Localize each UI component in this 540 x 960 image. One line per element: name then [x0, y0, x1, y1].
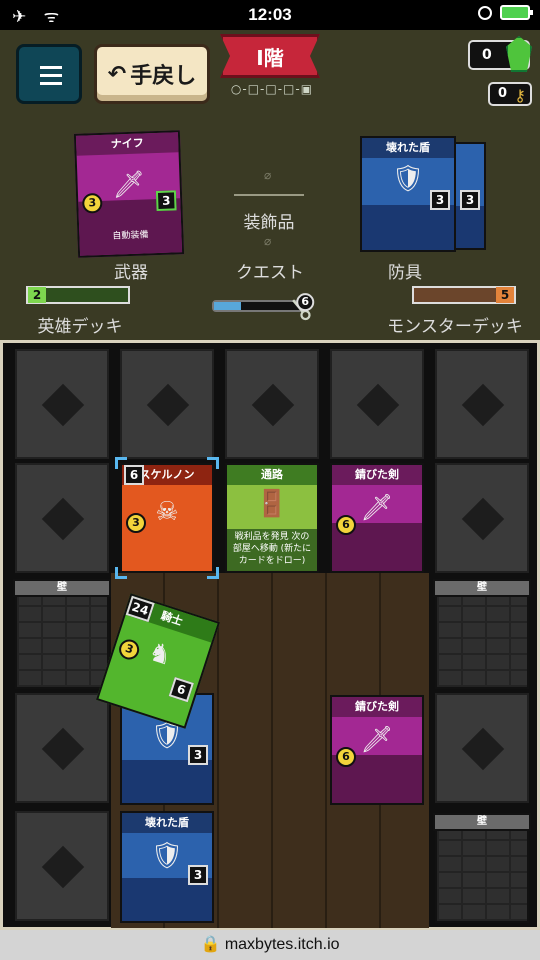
selection-corner: [115, 567, 127, 579]
empty-cell[interactable]: [435, 349, 529, 459]
armor-label: 防具: [388, 263, 422, 283]
armor-back-value: 3: [460, 190, 480, 210]
battery-icon: [500, 5, 533, 20]
broken-shield-name: 壊れた盾: [122, 813, 212, 833]
skeleton-hp: 6: [124, 465, 144, 485]
wall-label: 壁: [433, 813, 531, 831]
door-icon: 🚪: [255, 489, 289, 519]
shield-icon: 🛡: [150, 841, 184, 871]
gem-counter: 0: [468, 36, 532, 72]
hero-deck-count: 2: [28, 287, 46, 303]
passage-card-desc: 戦利品を発見 次の部屋へ移動 (新たにカードをドロー): [232, 532, 312, 566]
key-progress-fill: [214, 302, 241, 310]
hero-deck-bar[interactable]: 2: [26, 286, 130, 304]
status-bar: ✈ ᯤ 12:03: [0, 0, 540, 30]
armor-card[interactable]: 壊れた盾 🛡 3: [360, 136, 456, 252]
rotation-lock-icon: [478, 5, 492, 20]
empty-cell[interactable]: [435, 693, 529, 803]
passage-card[interactable]: 通路 🚪 戦利品を発見 次の部屋へ移動 (新たにカードをドロー): [225, 463, 319, 573]
shield-icon: 🛡: [391, 164, 425, 194]
floor-label: I階: [256, 45, 284, 70]
weapon-label: 武器: [114, 263, 148, 283]
wall-label: 壁: [13, 579, 111, 597]
rusty-sword-name: 錆びた剣: [332, 465, 422, 485]
monster-deck-label: モンスターデッキ: [387, 317, 523, 337]
sword-icon: 🗡: [360, 725, 394, 755]
gem-count: 0: [482, 47, 492, 63]
passage-card-name: 通路: [227, 465, 317, 485]
dungeon-board: スケルノン 6 ☠ 3 通路 🚪 戦利品を発見 次の部屋へ移動 (新たにカードを…: [0, 340, 540, 930]
undo-arrow-icon: ↶: [107, 61, 127, 87]
rusty-sword-value: 6: [336, 515, 356, 535]
menu-button[interactable]: [16, 44, 82, 104]
quest-slot-icon: ⌀: [264, 234, 272, 248]
hero-deck-label: 英雄デッキ: [37, 317, 123, 337]
undo-label: 手戻し: [130, 64, 197, 89]
weapon-card[interactable]: ナイフ 🗡 3 3 自動装備: [73, 130, 185, 258]
status-time: 12:03: [248, 5, 292, 24]
shield-card-value: 3: [188, 745, 208, 765]
wall-block: 壁: [433, 813, 531, 923]
quest-label: クエスト: [236, 263, 304, 283]
empty-cell[interactable]: [225, 349, 319, 459]
knight-icon: ♞: [144, 636, 176, 673]
url-text: maxbytes.itch.io: [224, 936, 340, 953]
key-counter: 0 ⚷: [488, 82, 532, 106]
wall-block: 壁: [433, 579, 531, 689]
selection-corner: [115, 457, 127, 469]
empty-cell[interactable]: [435, 463, 529, 573]
dagger-icon: 🗡: [111, 169, 146, 201]
floor-progress-path: ○-□-□-□-▣: [230, 82, 314, 96]
empty-cell[interactable]: [15, 693, 109, 803]
weapon-card-name: ナイフ: [75, 132, 179, 156]
knight-defense: 6: [168, 676, 194, 703]
wall-label: 壁: [433, 579, 531, 597]
empty-cell[interactable]: [15, 349, 109, 459]
accessory-slot[interactable]: [234, 194, 304, 196]
key-icon: ⚷: [514, 86, 526, 105]
wall-block: 壁: [13, 579, 111, 689]
monster-deck-count: 5: [496, 287, 514, 303]
floor-banner: I階: [220, 34, 320, 78]
rusty-sword-value: 6: [336, 747, 356, 767]
broken-shield-value: 3: [188, 865, 208, 885]
selection-corner: [207, 567, 219, 579]
rusty-sword-card[interactable]: 錆びた剣 🗡 6: [330, 463, 424, 573]
accessory-slot-icon: ⌀: [264, 168, 272, 182]
key-count: 0: [498, 86, 508, 101]
armor-card-name: 壊れた盾: [362, 138, 454, 158]
gem-icon: [506, 36, 532, 72]
lock-icon: 🔒: [200, 936, 221, 953]
weapon-card-durability: 3: [155, 190, 177, 212]
empty-cell[interactable]: [120, 349, 214, 459]
skeleton-card[interactable]: スケルノン 6 ☠ 3: [120, 463, 214, 573]
accessory-label: 装飾品: [243, 213, 295, 233]
knight-attack: 3: [116, 636, 142, 663]
rusty-sword-card[interactable]: 錆びた剣 🗡 6: [330, 695, 424, 805]
empty-cell[interactable]: [15, 463, 109, 573]
empty-cell[interactable]: [15, 811, 109, 921]
hamburger-icon: [40, 66, 62, 90]
empty-cell[interactable]: [330, 349, 424, 459]
selection-corner: [207, 457, 219, 469]
broken-shield-card[interactable]: 壊れた盾 🛡 3: [120, 811, 214, 923]
skeleton-attack: 3: [126, 513, 146, 533]
browser-url-bar[interactable]: 🔒 maxbytes.itch.io: [0, 930, 540, 960]
armor-card-value: 3: [430, 190, 450, 210]
monster-deck-bar[interactable]: 5: [412, 286, 516, 304]
rusty-sword-name: 錆びた剣: [332, 697, 422, 717]
skeleton-icon: ☠: [155, 497, 179, 527]
sword-icon: 🗡: [360, 493, 394, 523]
undo-button[interactable]: ↶ 手戻し: [94, 44, 210, 104]
key-progress-value: 6: [296, 293, 315, 312]
